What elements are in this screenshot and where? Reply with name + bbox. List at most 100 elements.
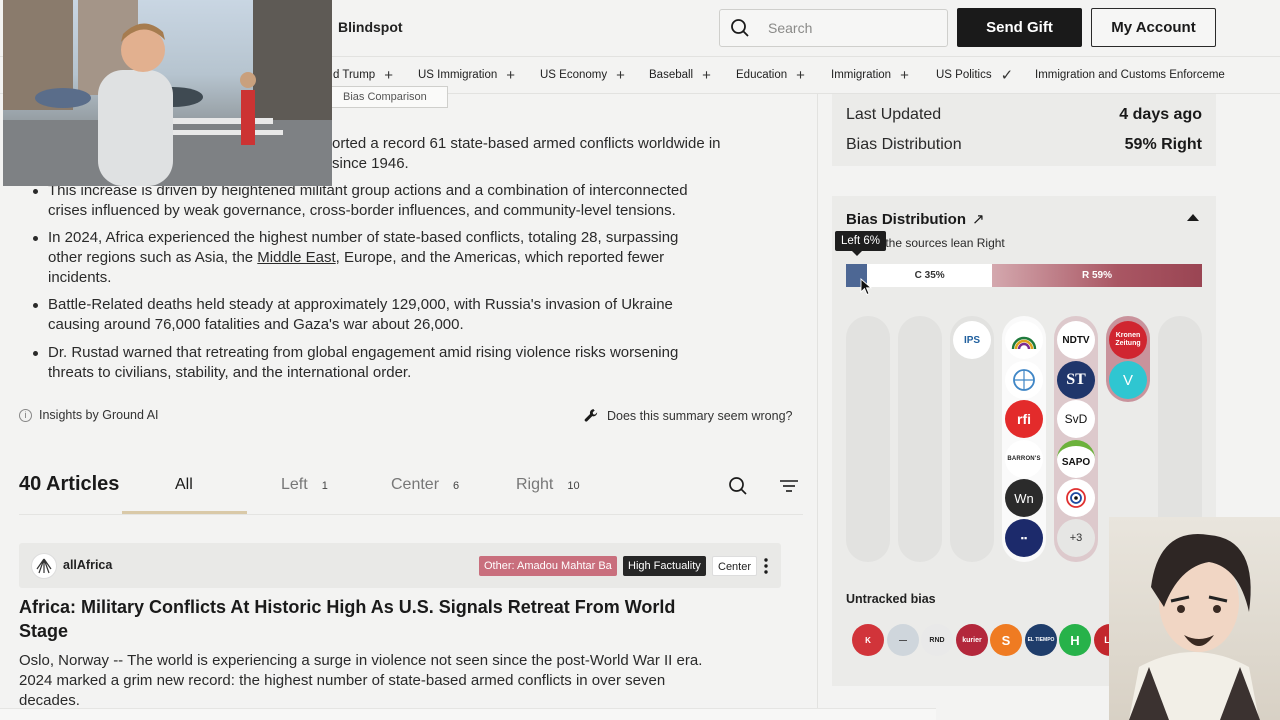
source-name[interactable]: allAfrica xyxy=(63,558,112,572)
sapo-logo[interactable]: SAPO xyxy=(1057,440,1095,478)
search-icon xyxy=(731,19,749,37)
tab-center[interactable]: Center 6 xyxy=(391,476,459,494)
streamer-avatar-overlay xyxy=(1109,517,1280,720)
bias-bar-right[interactable]: R 59% xyxy=(991,264,1202,287)
article-title[interactable]: Stage xyxy=(19,621,68,642)
rfi-logo[interactable]: rfi xyxy=(1005,400,1043,438)
untracked-source-logo[interactable]: kurier xyxy=(956,624,988,656)
rainbow-source-logo[interactable] xyxy=(1005,321,1043,359)
untracked-source-logo[interactable]: — xyxy=(887,624,919,656)
tab-right[interactable]: Right 10 xyxy=(516,476,580,494)
untracked-source-logo[interactable]: H xyxy=(1059,624,1091,656)
wrench-icon xyxy=(584,409,598,422)
send-gift-button[interactable]: Send Gift xyxy=(957,8,1082,47)
search-icon[interactable] xyxy=(728,476,748,496)
article-snippet: 2024 marked a grim new record: the highe… xyxy=(19,672,666,689)
un-peace-logo[interactable] xyxy=(1005,361,1043,399)
plus-icon: + xyxy=(796,66,805,84)
bias-subtitle: of the sources lean Right xyxy=(872,236,1005,250)
collapse-caret-icon[interactable] xyxy=(1187,214,1199,221)
topic-tag[interactable]: US Economy + xyxy=(540,57,625,93)
tab-left[interactable]: Left 1 xyxy=(281,476,328,494)
summary-wrong-link[interactable]: Does this summary seem wrong? xyxy=(584,408,792,423)
articles-heading: 40 Articles xyxy=(19,473,120,495)
barrons-logo[interactable]: BARRON'S xyxy=(1005,440,1043,478)
more-options-icon[interactable] xyxy=(763,556,769,576)
tab-all[interactable]: All xyxy=(175,476,193,494)
v-source-logo[interactable]: V xyxy=(1109,361,1147,399)
active-tab-underline xyxy=(122,511,247,514)
summary-line: In 2024, Africa experienced the highest … xyxy=(48,229,679,246)
navy-source-logo[interactable]: ▪▪ xyxy=(1005,519,1043,557)
column-left xyxy=(898,316,942,562)
untracked-source-logo[interactable]: EL TIEMPO xyxy=(1025,624,1057,656)
insights-note: i Insights by Ground AI xyxy=(19,408,159,422)
topic-tag[interactable]: US Politics ✓ xyxy=(936,57,1013,93)
summary-line: other regions such as Asia, the Middle E… xyxy=(48,249,665,266)
wn-logo[interactable]: Wn xyxy=(1005,479,1043,517)
tab-count: 6 xyxy=(453,480,460,492)
webcam-overlay xyxy=(3,0,332,186)
plus-icon: + xyxy=(900,66,909,84)
bullet-dot xyxy=(33,351,38,356)
topic-tag[interactable]: Baseball + xyxy=(649,57,711,93)
my-account-button[interactable]: My Account xyxy=(1091,8,1216,47)
broadcast-logo[interactable] xyxy=(1057,479,1095,517)
allafrica-logo xyxy=(31,553,57,579)
left-tooltip: Left 6% xyxy=(835,231,886,256)
bias-bar-center[interactable]: C 35% xyxy=(867,264,992,287)
filter-icon[interactable] xyxy=(779,478,799,494)
plus-icon: + xyxy=(506,66,516,84)
column-lean-left: IPS xyxy=(950,316,994,562)
bottom-strip xyxy=(0,708,936,720)
more-sources-button[interactable]: +3 xyxy=(1057,519,1095,557)
checkmark-icon: ✓ xyxy=(1000,67,1014,84)
middle-east-link[interactable]: Middle East xyxy=(257,249,335,266)
summary-line: causing around 76,000 fatalities and Gaz… xyxy=(48,316,464,333)
bullet-dot xyxy=(33,189,38,194)
search-input[interactable] xyxy=(768,20,928,36)
bias-comparison-button[interactable]: Bias Comparison xyxy=(330,86,448,108)
ownership-badge: Other: Amadou Mahtar Ba xyxy=(479,556,617,576)
summary-line: Dr. Rustad warned that retreating from g… xyxy=(48,344,679,361)
summary-line: threats to civilians, stability, and the… xyxy=(48,364,412,381)
bias-badge: Center xyxy=(712,556,758,576)
bullet-dot xyxy=(33,303,38,308)
column-far-left xyxy=(846,316,890,562)
article-snippet: Oslo, Norway -- The world is experiencin… xyxy=(19,652,703,669)
column-right: Kronen Zeitung V xyxy=(1106,316,1150,402)
column-divider xyxy=(817,94,818,720)
untracked-source-logo[interactable]: K xyxy=(852,624,884,656)
tabs-divider xyxy=(19,514,803,515)
summary-line: orted a record 61 state-based armed conf… xyxy=(332,135,721,152)
search-box[interactable] xyxy=(719,9,948,47)
topic-tag[interactable]: Immigration + xyxy=(831,57,909,93)
column-lean-right: NDTV ST SvD SAPO +3 xyxy=(1054,316,1098,562)
bullet-dot xyxy=(33,236,38,241)
last-updated-value: 4 days ago xyxy=(1119,106,1202,123)
bias-distribution-row: Bias Distribution 59% Right xyxy=(846,136,1202,153)
svd-logo[interactable]: SvD xyxy=(1057,400,1095,438)
external-arrow-icon: ↗ xyxy=(972,211,985,228)
summary-line: incidents. xyxy=(48,269,112,286)
article-title[interactable]: Africa: Military Conflicts At Historic H… xyxy=(19,597,675,618)
tab-count: 10 xyxy=(567,480,580,492)
kronen-zeitung-logo[interactable]: Kronen Zeitung xyxy=(1109,321,1147,359)
factuality-badge: High Factuality xyxy=(623,556,706,576)
bias-bar: C 35% R 59% xyxy=(846,264,1202,287)
mouse-cursor-icon xyxy=(860,278,872,296)
topic-tag[interactable]: Immigration and Customs Enforceme xyxy=(1035,57,1225,93)
ips-logo[interactable]: IPS xyxy=(953,321,991,359)
last-updated-row: Last Updated 4 days ago xyxy=(846,106,1202,123)
untracked-source-logo[interactable]: S xyxy=(990,624,1022,656)
story-info-box: Last Updated 4 days ago Bias Distributio… xyxy=(832,94,1216,166)
bias-distribution-title[interactable]: Bias Distribution ↗ xyxy=(846,210,985,228)
summary-line: Battle-Related deaths held steady at app… xyxy=(48,296,673,313)
nav-blindspot[interactable]: Blindspot xyxy=(338,19,403,35)
summary-line: since 1946. xyxy=(332,155,409,172)
straits-times-logo[interactable]: ST xyxy=(1057,361,1095,399)
untracked-source-logo[interactable]: RND xyxy=(921,624,953,656)
topic-tag[interactable]: Education + xyxy=(736,57,805,93)
ndtv-logo[interactable]: NDTV xyxy=(1057,321,1095,359)
plus-icon: + xyxy=(702,66,711,84)
